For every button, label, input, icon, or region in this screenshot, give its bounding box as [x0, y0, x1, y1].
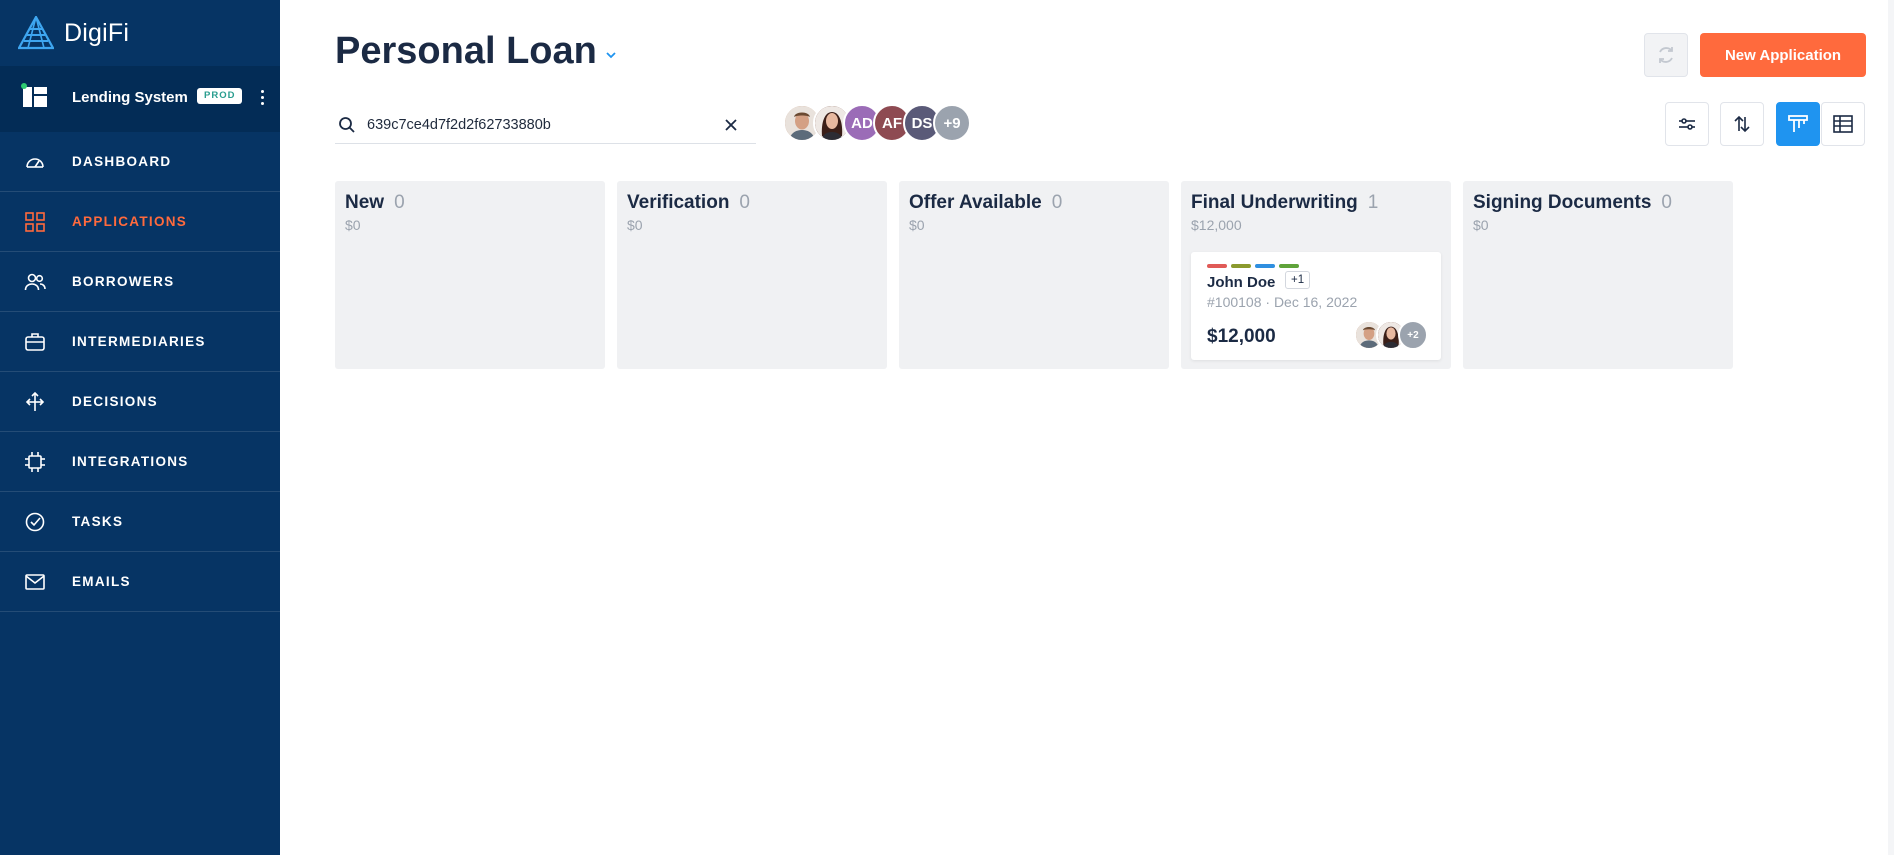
nav-item-integrations[interactable]: INTEGRATIONS	[0, 432, 280, 492]
mail-icon	[24, 571, 46, 593]
column-count: 0	[394, 192, 405, 213]
nav-item-emails[interactable]: EMAILS	[0, 552, 280, 612]
nav-item-tasks[interactable]: TASKS	[0, 492, 280, 552]
nav-label: BORROWERS	[72, 274, 175, 289]
lending-system-icon	[21, 83, 47, 107]
clear-search-icon[interactable]	[722, 116, 740, 134]
nav-label: APPLICATIONS	[72, 214, 188, 229]
board-view-button[interactable]	[1776, 102, 1820, 146]
column-count: 0	[739, 192, 750, 213]
check-circle-icon	[24, 511, 46, 533]
column-title: Final Underwriting	[1191, 192, 1358, 213]
brand-logo[interactable]: DigiFi	[18, 16, 129, 50]
application-meta: #100108 · Dec 16, 2022	[1207, 294, 1358, 310]
grid-icon	[24, 211, 46, 233]
chip-icon	[24, 451, 46, 473]
page-scrollbar[interactable]	[1888, 0, 1894, 855]
nav-label: INTERMEDIARIES	[72, 334, 206, 349]
column-count: 1	[1367, 192, 1379, 213]
label-chip	[1231, 264, 1251, 268]
board-column-new: New 0 $0	[335, 181, 605, 369]
loan-amount: $12,000	[1207, 326, 1276, 347]
nav-label: DASHBOARD	[72, 154, 172, 169]
refresh-button[interactable]	[1644, 33, 1688, 77]
refresh-icon	[1659, 47, 1673, 63]
team-member-filter: AD AF DS +9	[783, 104, 971, 142]
nav-item-borrowers[interactable]: BORROWERS	[0, 252, 280, 312]
sidebar: DigiFi Lending System PROD DASHBOARD APP…	[0, 0, 280, 855]
page-title: Personal Loan	[335, 30, 597, 72]
gauge-icon	[24, 151, 46, 173]
new-application-button[interactable]: New Application	[1700, 33, 1866, 77]
application-card[interactable]: John Doe +1 #100108 · Dec 16, 2022 $12,0…	[1191, 252, 1441, 360]
kanban-icon	[1788, 115, 1808, 132]
column-amount: $0	[1473, 217, 1489, 233]
co-borrower-badge: +1	[1285, 271, 1311, 289]
column-amount: $12,000	[1191, 217, 1242, 233]
sliders-icon	[1679, 118, 1695, 130]
nav-item-intermediaries[interactable]: INTERMEDIARIES	[0, 312, 280, 372]
users-icon	[24, 271, 46, 293]
label-chip	[1207, 264, 1227, 268]
borrower-name: John Doe	[1207, 274, 1276, 291]
nav-label: INTEGRATIONS	[72, 454, 189, 469]
nav-label: TASKS	[72, 514, 124, 529]
board-column-offer-available: Offer Available 0 $0	[899, 181, 1169, 369]
nav-item-dashboard[interactable]: DASHBOARD	[0, 132, 280, 192]
briefcase-icon	[24, 331, 46, 353]
nav-label: EMAILS	[72, 574, 131, 589]
label-chip	[1279, 264, 1299, 268]
product-selector[interactable]: Personal Loan	[335, 30, 617, 73]
assignee-avatars: +2	[1354, 320, 1428, 350]
search-input[interactable]	[367, 116, 717, 133]
label-list	[1207, 264, 1299, 268]
brand-name: DigiFi	[64, 18, 130, 47]
environment-badge: PROD	[197, 88, 243, 104]
main-nav: DASHBOARD APPLICATIONS BORROWERS INTERME…	[0, 132, 280, 612]
sort-button[interactable]	[1720, 102, 1764, 146]
more-assignees-badge: +2	[1398, 320, 1428, 350]
board-column-final-underwriting: Final Underwriting 1 $12,000 John Doe +1 …	[1181, 181, 1451, 369]
more-options-icon[interactable]	[255, 85, 269, 109]
column-title: Verification	[627, 192, 730, 213]
column-count: 0	[1051, 192, 1063, 213]
flow-icon	[24, 391, 46, 413]
chevron-down-icon	[606, 51, 616, 58]
sort-icon	[1734, 115, 1750, 133]
column-count: 0	[1661, 192, 1672, 213]
nav-item-decisions[interactable]: DECISIONS	[0, 372, 280, 432]
more-avatars-badge[interactable]: +9	[933, 104, 971, 142]
column-title: Offer Available	[909, 192, 1042, 213]
search-bar	[335, 106, 756, 144]
search-icon	[339, 116, 355, 133]
label-chip	[1255, 264, 1275, 268]
system-switcher[interactable]: Lending System PROD	[0, 66, 280, 132]
digifi-logo-icon	[18, 16, 54, 50]
column-amount: $0	[909, 217, 925, 233]
column-title: Signing Documents	[1473, 192, 1652, 213]
nav-label: DECISIONS	[72, 394, 158, 409]
system-name: Lending System	[72, 89, 188, 106]
table-view-button[interactable]	[1821, 102, 1865, 146]
board-column-verification: Verification 0 $0	[617, 181, 887, 369]
table-icon	[1833, 115, 1853, 133]
nav-item-applications[interactable]: APPLICATIONS	[0, 192, 280, 252]
column-amount: $0	[345, 217, 361, 233]
filters-button[interactable]	[1665, 102, 1709, 146]
column-amount: $0	[627, 217, 643, 233]
board-column-signing-documents: Signing Documents 0 $0	[1463, 181, 1733, 369]
column-title: New	[345, 192, 385, 213]
